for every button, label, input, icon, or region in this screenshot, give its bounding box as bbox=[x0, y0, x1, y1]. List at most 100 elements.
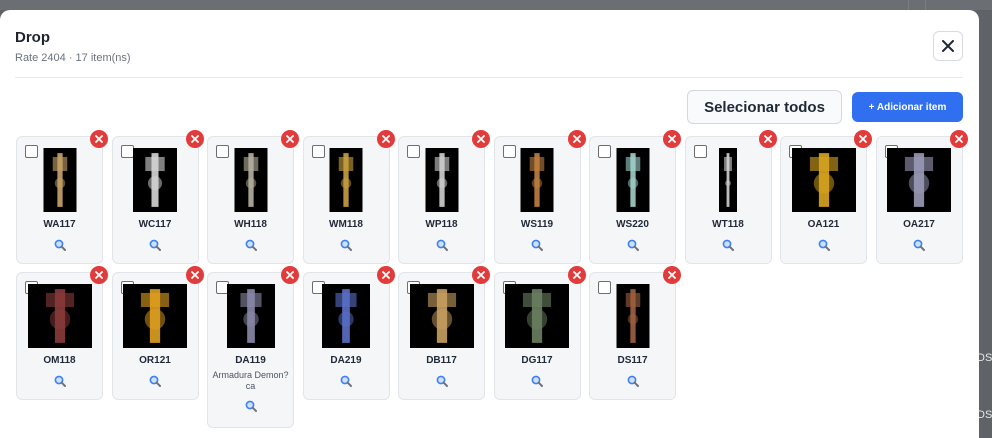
remove-item-button[interactable] bbox=[854, 130, 872, 148]
item-card[interactable]: WC117 bbox=[111, 130, 204, 264]
remove-item-button[interactable] bbox=[376, 266, 395, 284]
select-all-button[interactable]: Selecionar todos bbox=[687, 90, 842, 124]
item-checkbox[interactable] bbox=[216, 145, 229, 158]
zoom-icon[interactable] bbox=[627, 238, 639, 251]
remove-item-button[interactable] bbox=[949, 130, 968, 148]
remove-item-button[interactable] bbox=[663, 130, 681, 148]
zoom-icon[interactable] bbox=[340, 374, 352, 387]
remove-item-button[interactable] bbox=[185, 130, 204, 148]
zoom-icon[interactable] bbox=[340, 238, 352, 251]
remove-item-button[interactable] bbox=[376, 130, 395, 148]
zoom-icon[interactable] bbox=[54, 238, 66, 251]
background-text: DS1 bbox=[977, 409, 992, 421]
close-icon bbox=[190, 271, 199, 279]
remove-item-button[interactable] bbox=[281, 266, 299, 284]
item-card[interactable]: WT118 bbox=[684, 130, 777, 264]
staff-item-icon bbox=[329, 148, 363, 212]
remove-item-button[interactable] bbox=[663, 266, 681, 284]
close-button[interactable] bbox=[933, 31, 963, 61]
item-card[interactable]: WH118 bbox=[207, 130, 299, 264]
close-icon bbox=[381, 135, 390, 143]
hammer-item-icon bbox=[234, 148, 267, 212]
item-card[interactable]: OA121 bbox=[780, 130, 872, 264]
item-card[interactable]: DA119 Armadura Demon?ca bbox=[207, 266, 299, 428]
item-code: WA117 bbox=[43, 219, 76, 230]
header-divider bbox=[15, 77, 963, 78]
close-icon bbox=[668, 271, 676, 279]
zoom-icon[interactable] bbox=[531, 374, 543, 387]
remove-item-button[interactable] bbox=[90, 130, 108, 148]
item-card[interactable]: WP118 bbox=[398, 130, 490, 264]
close-icon bbox=[572, 271, 581, 279]
item-code: WT118 bbox=[712, 219, 744, 230]
zoom-icon[interactable] bbox=[913, 238, 925, 251]
polearm-item-icon bbox=[425, 148, 458, 212]
zoom-icon[interactable] bbox=[54, 374, 66, 387]
item-checkbox[interactable] bbox=[120, 145, 134, 158]
item-card[interactable]: DB117 bbox=[398, 266, 490, 400]
backdrop-strip bbox=[0, 0, 992, 10]
item-checkbox[interactable] bbox=[598, 281, 611, 294]
close-icon bbox=[942, 40, 954, 52]
bow-item-icon bbox=[520, 148, 554, 212]
armor-item-icon bbox=[226, 284, 275, 348]
remove-item-button[interactable] bbox=[472, 266, 490, 284]
remove-item-button[interactable] bbox=[567, 130, 586, 148]
item-code: OA217 bbox=[903, 219, 935, 230]
add-item-button[interactable]: + Adicionar item bbox=[852, 92, 963, 122]
zoom-icon[interactable] bbox=[722, 238, 734, 251]
close-icon bbox=[668, 135, 676, 143]
item-checkbox[interactable] bbox=[693, 145, 707, 158]
item-checkbox[interactable] bbox=[25, 145, 38, 158]
item-code: WP118 bbox=[425, 219, 458, 230]
robe-item-icon bbox=[322, 284, 370, 348]
item-code: OA121 bbox=[807, 219, 840, 230]
item-code: DS117 bbox=[617, 355, 648, 366]
item-checkbox[interactable] bbox=[311, 145, 325, 158]
ring-item-icon bbox=[123, 284, 187, 348]
item-card[interactable]: WM118 bbox=[302, 130, 395, 264]
item-card[interactable]: DA219 bbox=[302, 266, 395, 400]
item-checkbox[interactable] bbox=[502, 145, 516, 158]
item-card[interactable]: DS117 bbox=[589, 266, 681, 400]
remove-item-button[interactable] bbox=[185, 266, 204, 284]
bracelet-item-icon bbox=[887, 148, 951, 212]
zoom-icon[interactable] bbox=[436, 238, 448, 251]
item-code: DB117 bbox=[426, 355, 457, 366]
item-card[interactable]: OR121 bbox=[111, 266, 204, 400]
close-icon bbox=[95, 271, 103, 279]
item-description: Armadura Demon?ca bbox=[212, 370, 289, 391]
item-card[interactable]: OA217 bbox=[875, 130, 968, 264]
close-icon bbox=[477, 135, 485, 143]
zoom-icon[interactable] bbox=[149, 374, 161, 387]
remove-item-button[interactable] bbox=[567, 266, 586, 284]
remove-item-button[interactable] bbox=[90, 266, 108, 284]
item-card[interactable]: DG117 bbox=[493, 266, 586, 400]
zoom-icon[interactable] bbox=[627, 374, 639, 387]
item-card[interactable]: WA117 bbox=[16, 130, 108, 264]
remove-item-button[interactable] bbox=[472, 130, 490, 148]
shield-item-icon bbox=[616, 284, 649, 348]
close-icon bbox=[286, 271, 294, 279]
item-checkbox[interactable] bbox=[598, 145, 611, 158]
item-card[interactable]: WS220 bbox=[589, 130, 681, 264]
sword-item-icon bbox=[616, 148, 649, 212]
modal-title: Drop bbox=[15, 29, 50, 46]
remove-item-button[interactable] bbox=[758, 130, 777, 148]
item-card[interactable]: WS119 bbox=[493, 130, 586, 264]
zoom-icon[interactable] bbox=[436, 374, 448, 387]
zoom-icon[interactable] bbox=[149, 238, 161, 251]
claw-item-icon bbox=[133, 148, 177, 212]
zoom-icon[interactable] bbox=[245, 399, 257, 412]
item-code: DA119 bbox=[235, 355, 266, 366]
close-icon bbox=[954, 135, 963, 143]
item-card[interactable]: OM118 bbox=[16, 266, 108, 400]
remove-item-button[interactable] bbox=[281, 130, 299, 148]
javelin-item-icon bbox=[719, 148, 737, 212]
spear-item-icon bbox=[43, 148, 76, 212]
zoom-icon[interactable] bbox=[531, 238, 543, 251]
modal-subtitle: Rate 2404 · 17 item(ns) bbox=[15, 52, 131, 64]
zoom-icon[interactable] bbox=[818, 238, 830, 251]
zoom-icon[interactable] bbox=[245, 238, 257, 251]
item-checkbox[interactable] bbox=[407, 145, 420, 158]
